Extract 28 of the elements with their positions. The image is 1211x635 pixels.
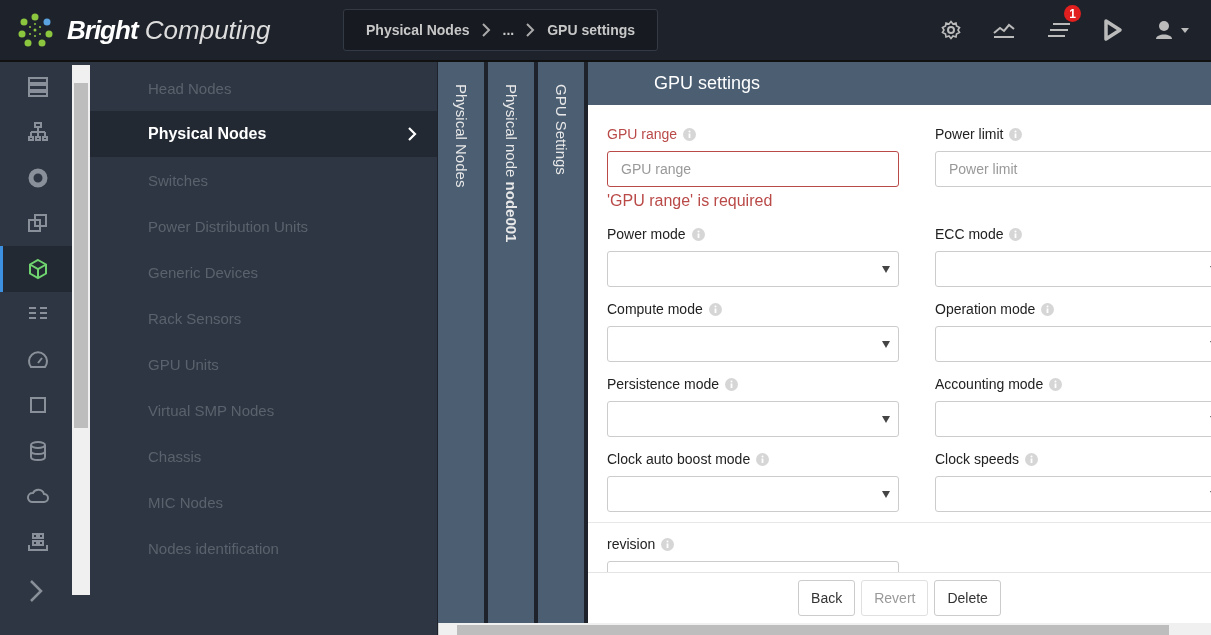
form-button[interactable]: Delete [934, 580, 1001, 616]
field-label: Clock auto boost mode [607, 451, 751, 467]
field-label: Clock speeds [935, 451, 1020, 467]
nav-item[interactable]: Physical Nodes [90, 111, 437, 157]
field-label: Operation mode [935, 301, 1036, 317]
field-label: ECC mode [935, 226, 1004, 242]
field-label: revision [607, 536, 656, 552]
stacked-panel-tab[interactable]: Physical node node001 [488, 62, 534, 623]
panel-title: Physical node node001 [502, 84, 520, 243]
notification-badge: 1 [1064, 5, 1081, 22]
panel-title: Physical Nodes [452, 84, 470, 188]
field-label: Power limit [935, 126, 1004, 142]
error-message: 'GPU range' is required [607, 192, 774, 210]
stacked-panel-tab[interactable]: Physical Nodes [438, 62, 484, 623]
text-field[interactable]: GPU range [607, 151, 899, 187]
breadcrumb-link[interactable]: Physical Nodes [366, 22, 470, 38]
panel-title: GPU Settings [552, 84, 570, 175]
field-label: Compute mode [607, 301, 703, 317]
form-button[interactable]: Back [798, 580, 856, 616]
field-label: Power mode [607, 226, 686, 242]
brand-name: Bright Computing [67, 14, 271, 46]
form-title: GPU settings [654, 73, 761, 94]
breadcrumb-link[interactable]: ... [502, 22, 515, 38]
field-label: Accounting mode [935, 376, 1044, 392]
breadcrumb-link[interactable]: GPU settings [547, 22, 636, 38]
stacked-panel-tab[interactable]: GPU Settings [538, 62, 584, 623]
field-label: GPU range [607, 126, 678, 142]
field-label: Persistence mode [607, 376, 720, 392]
